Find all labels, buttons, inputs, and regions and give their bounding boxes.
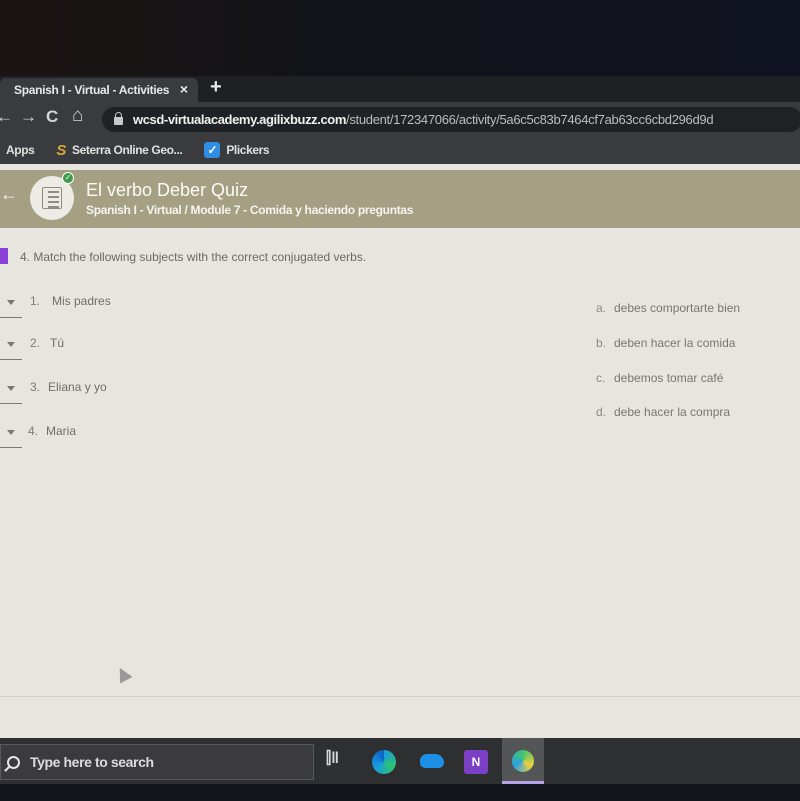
- chevron-down-icon: [7, 386, 15, 391]
- option-letter: b.: [596, 336, 607, 350]
- forward-arrow-icon[interactable]: →: [20, 107, 37, 127]
- option-letter: a.: [596, 301, 607, 315]
- item-number: 1.: [30, 294, 41, 308]
- answer-dropdown[interactable]: [0, 424, 22, 448]
- tab-spanish-activities[interactable]: Spanish I - Virtual - Activities ×: [0, 78, 198, 102]
- subject-text: Tú: [50, 336, 65, 350]
- url-path: /student/172347066/activity/5a6c5c83b746…: [346, 112, 714, 127]
- item-number: 4.: [28, 424, 39, 438]
- match-subject-row: 2. Tú: [0, 336, 140, 366]
- option-text: debemos tomar café: [614, 371, 724, 385]
- bookmarks-bar: Apps S Seterra Online Geo... ✓ Plickers: [0, 136, 800, 164]
- seterra-icon: S: [56, 141, 67, 159]
- divider: [0, 696, 800, 697]
- match-subject-row: 1. Mis padres: [0, 294, 140, 324]
- option-text: deben hacer la comida: [614, 336, 736, 350]
- question-prompt: 4. Match the following subjects with the…: [20, 250, 367, 264]
- bookmark-plickers[interactable]: ✓ Plickers: [204, 142, 270, 158]
- chevron-down-icon: [7, 300, 15, 305]
- new-tab-button[interactable]: +: [210, 76, 222, 99]
- question-flag-marker[interactable]: [0, 248, 8, 264]
- subject-text: Eliana y yo: [48, 380, 107, 394]
- match-subject-row: 4. Maria: [0, 424, 140, 454]
- url-host: wcsd-virtualacademy.agilixbuzz.com: [133, 112, 347, 127]
- match-option: b. deben hacer la comida: [596, 336, 735, 350]
- mouse-cursor-icon: [113, 664, 133, 684]
- reload-icon[interactable]: C: [46, 107, 58, 127]
- monitor-bezel-bottom: [0, 784, 800, 801]
- subject-text: Mis padres: [52, 294, 111, 308]
- monitor-bezel-top: [0, 0, 800, 76]
- checklist-icon: [42, 187, 62, 209]
- bookmark-seterra[interactable]: S Seterra Online Geo...: [56, 142, 182, 159]
- close-tab-icon[interactable]: ×: [180, 81, 188, 97]
- chevron-down-icon: [7, 342, 15, 347]
- subject-text: Maria: [46, 424, 77, 438]
- edge-browser-icon[interactable]: [372, 750, 396, 774]
- match-option: c. debemos tomar café: [596, 371, 723, 385]
- home-icon[interactable]: ⌂: [72, 105, 83, 127]
- active-edge-app[interactable]: [502, 738, 544, 784]
- back-arrow-icon[interactable]: ←: [0, 107, 13, 127]
- back-arrow-icon[interactable]: ←: [0, 184, 18, 205]
- answer-dropdown[interactable]: [0, 294, 22, 318]
- completed-check-icon: ✓: [62, 172, 74, 184]
- option-text: debe hacer la compra: [614, 405, 731, 419]
- task-view-icon[interactable]: ⫿‖: [326, 750, 350, 774]
- lock-icon: [114, 112, 123, 125]
- answer-dropdown[interactable]: [0, 336, 22, 360]
- option-letter: c.: [596, 371, 606, 385]
- match-subject-row: 3. Eliana y yo: [0, 380, 140, 410]
- page-title: El verbo Deber Quiz: [86, 180, 249, 200]
- match-option: a. debes comportarte bien: [596, 301, 740, 315]
- plickers-check-icon: ✓: [204, 142, 221, 158]
- bookmark-label: Apps: [6, 143, 35, 157]
- browser-toolbar: ← → C ⌂ wcsd-virtualacademy.agilixbuzz.c…: [0, 102, 800, 136]
- tab-strip: Spanish I - Virtual - Activities × +: [0, 76, 800, 102]
- tab-title: Spanish I - Virtual - Activities: [14, 83, 170, 97]
- answer-dropdown[interactable]: [0, 380, 22, 404]
- option-text: debes comportarte bien: [614, 301, 741, 315]
- match-option: d. debe hacer la compra: [596, 405, 730, 419]
- option-letter: d.: [596, 405, 607, 419]
- onedrive-cloud-icon[interactable]: [420, 754, 444, 768]
- item-number: 3.: [30, 380, 41, 394]
- activity-header: ← ✓ El verbo Deber Quiz Spanish I - Virt…: [0, 170, 800, 228]
- bookmark-apps[interactable]: Apps: [6, 143, 35, 157]
- breadcrumb[interactable]: Spanish I - Virtual / Module 7 - Comida …: [86, 203, 413, 217]
- bookmark-label: Seterra Online Geo...: [72, 143, 183, 157]
- windows-taskbar: Type here to search ⫿‖ N: [0, 738, 800, 784]
- address-bar[interactable]: wcsd-virtualacademy.agilixbuzz.com /stud…: [102, 107, 800, 132]
- browser-chrome: Spanish I - Virtual - Activities × + ← →…: [0, 76, 800, 164]
- taskbar-search-input[interactable]: Type here to search: [0, 744, 314, 780]
- search-placeholder: Type here to search: [30, 754, 154, 770]
- item-number: 2.: [30, 336, 41, 350]
- onenote-icon[interactable]: N: [464, 750, 488, 774]
- chevron-down-icon: [7, 430, 15, 435]
- bookmark-label: Plickers: [226, 143, 270, 157]
- search-icon: [7, 755, 20, 769]
- quiz-page: ← ✓ El verbo Deber Quiz Spanish I - Virt…: [0, 164, 800, 738]
- edge-canary-icon: [512, 750, 534, 772]
